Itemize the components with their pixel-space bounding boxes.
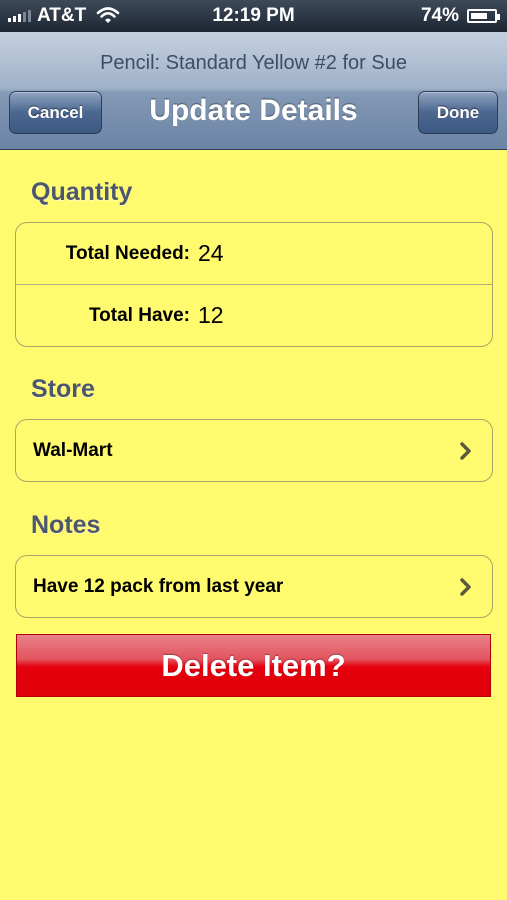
chevron-right-icon [460, 578, 471, 596]
notes-row[interactable]: Have 12 pack from last year [16, 556, 492, 617]
quantity-group: Total Needed: 24 Total Have: 12 [15, 222, 493, 347]
total-needed-row[interactable]: Total Needed: 24 [16, 223, 492, 284]
total-needed-label: Total Needed: [65, 243, 190, 264]
total-have-row[interactable]: Total Have: 12 [16, 284, 492, 346]
store-row[interactable]: Wal-Mart [16, 420, 492, 481]
total-have-label: Total Have: [88, 305, 190, 326]
nav-prompt: Pencil: Standard Yellow #2 for Sue [100, 52, 407, 74]
status-bar: AT&T 12:19 PM 74% [0, 0, 507, 32]
delete-item-button[interactable]: Delete Item? [16, 634, 491, 697]
total-needed-field[interactable]: 24 [198, 240, 224, 267]
notes-value: Have 12 pack from last year [33, 576, 284, 597]
notes-group: Have 12 pack from last year [15, 555, 493, 618]
total-have-field[interactable]: 12 [198, 302, 224, 329]
battery-fill [471, 13, 487, 19]
store-header: Store [31, 375, 95, 403]
quantity-header: Quantity [31, 178, 133, 206]
store-value: Wal-Mart [33, 440, 113, 461]
navigation-bar: Pencil: Standard Yellow #2 for Sue Cance… [0, 32, 507, 150]
battery-percent: 74% [420, 5, 459, 26]
status-right: 74% [420, 5, 500, 27]
chevron-right-icon [460, 442, 471, 460]
done-button[interactable]: Done [418, 91, 498, 134]
battery-icon [467, 9, 500, 23]
store-group: Wal-Mart [15, 419, 493, 482]
notes-header: Notes [31, 511, 101, 539]
